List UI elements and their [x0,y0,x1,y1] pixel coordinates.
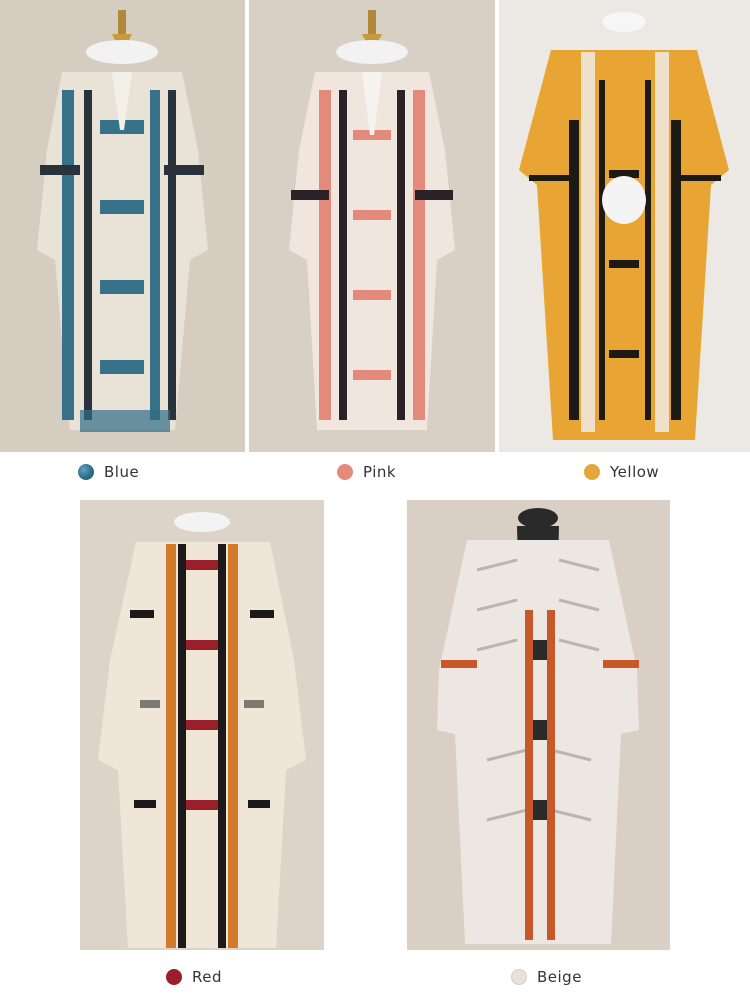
product-photo-red[interactable] [80,500,324,950]
kimono-image-pink [249,0,495,452]
yellow-color-dot [584,464,600,480]
pink-color-dot [337,464,353,480]
color-option-blue[interactable]: Blue [78,463,139,481]
kimono-image-yellow [499,0,750,452]
kimono-image-beige [407,500,670,950]
product-photo-pink[interactable] [249,0,495,452]
product-photo-yellow[interactable] [499,0,750,452]
color-label: Blue [104,463,140,481]
color-option-yellow[interactable]: Yellow [584,463,659,481]
color-label: Beige [537,968,582,986]
color-option-pink[interactable]: Pink [337,463,396,481]
color-option-beige[interactable]: Beige [511,968,582,986]
color-label: Red [192,968,222,986]
beige-color-dot [511,969,527,985]
red-color-dot [166,969,182,985]
product-photo-blue[interactable] [0,0,245,452]
kimono-image-blue [0,0,245,452]
product-photo-beige[interactable] [407,500,670,950]
color-label: Pink [363,463,397,481]
kimono-image-red [80,500,324,950]
color-option-red[interactable]: Red [166,968,222,986]
blue-color-dot [78,464,94,480]
color-label: Yellow [610,463,660,481]
